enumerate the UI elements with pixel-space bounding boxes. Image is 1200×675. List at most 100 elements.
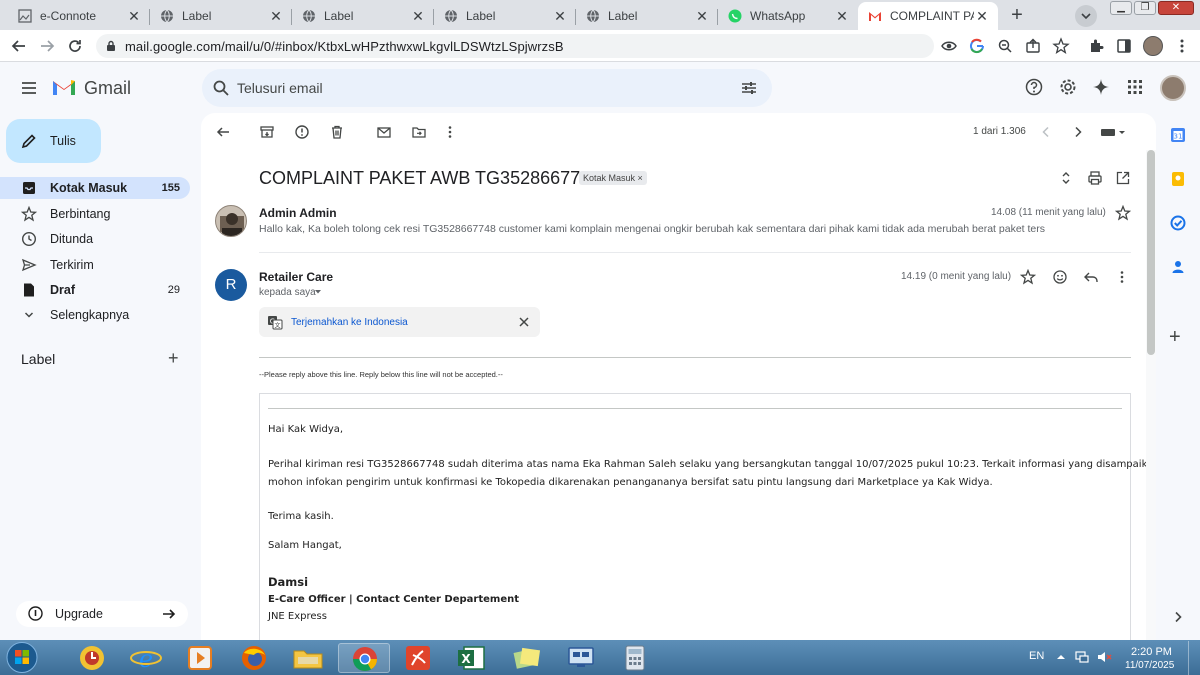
sender-avatar-admin[interactable] bbox=[215, 205, 247, 237]
close-window-button[interactable]: ✕ bbox=[1158, 1, 1194, 15]
star-bookmark-icon[interactable] bbox=[1052, 37, 1070, 55]
contacts-icon[interactable] bbox=[1170, 259, 1186, 275]
reply-icon[interactable] bbox=[1083, 269, 1099, 285]
taskbar-app-calculator[interactable] bbox=[609, 643, 661, 673]
more-vert-icon[interactable] bbox=[1114, 269, 1130, 285]
gmail-logo-icon[interactable] bbox=[51, 77, 77, 97]
back-to-inbox-icon[interactable] bbox=[215, 124, 231, 140]
calendar-icon[interactable]: 31 bbox=[1170, 127, 1186, 143]
sidebar-item-inbox[interactable]: Kotak Masuk 155 bbox=[0, 177, 190, 199]
taskbar-app-chrome-active[interactable] bbox=[338, 643, 390, 673]
taskbar-app-remote[interactable] bbox=[555, 643, 607, 673]
tab-label-1[interactable]: Label ✕ bbox=[150, 2, 292, 30]
print-icon[interactable] bbox=[1087, 170, 1103, 186]
star-icon[interactable] bbox=[1115, 205, 1131, 221]
maximize-button[interactable]: ❐ bbox=[1134, 1, 1156, 15]
hide-side-panel-chevron-icon[interactable] bbox=[1170, 609, 1186, 625]
taskbar-app-shield[interactable] bbox=[66, 643, 118, 673]
start-button[interactable] bbox=[4, 641, 40, 674]
input-tools-keyboard-icon[interactable] bbox=[1100, 124, 1128, 140]
sidebar-item-drafts[interactable]: Draf 29 bbox=[0, 279, 190, 301]
close-icon[interactable]: ✕ bbox=[834, 8, 850, 24]
close-icon[interactable]: ✕ bbox=[552, 8, 568, 24]
taskbar-app-media[interactable] bbox=[174, 643, 226, 673]
close-icon[interactable]: ✕ bbox=[410, 8, 426, 24]
tab-whatsapp[interactable]: WhatsApp ✕ bbox=[718, 2, 858, 30]
forward-arrow-icon[interactable] bbox=[38, 37, 56, 55]
mark-unread-icon[interactable] bbox=[376, 124, 392, 140]
taskbar-app-excel[interactable]: X bbox=[446, 643, 498, 673]
close-icon[interactable]: ✕ bbox=[126, 8, 142, 24]
new-tab-plus-icon[interactable]: + bbox=[1006, 5, 1028, 27]
tab-label-4[interactable]: Label ✕ bbox=[576, 2, 718, 30]
side-panel-icon[interactable] bbox=[1115, 37, 1133, 55]
show-hidden-icons-icon[interactable] bbox=[1056, 653, 1066, 661]
tab-search-button[interactable] bbox=[1075, 5, 1097, 27]
taskbar-app-ie[interactable]: e bbox=[120, 643, 172, 673]
close-icon[interactable]: ✕ bbox=[974, 8, 990, 24]
more-vert-icon[interactable] bbox=[442, 124, 458, 140]
scrollbar-thumb[interactable] bbox=[1147, 150, 1155, 355]
clock-time[interactable]: 2:20 PM bbox=[1131, 646, 1172, 658]
menu-icon[interactable] bbox=[20, 79, 38, 97]
tab-label-2[interactable]: Label ✕ bbox=[292, 2, 434, 30]
tab-complaint-active[interactable]: COMPLAINT PAKET ✕ bbox=[858, 2, 998, 30]
gemini-sparkle-icon[interactable] bbox=[1092, 78, 1110, 96]
sidebar-item-more[interactable]: Selengkapnya bbox=[0, 304, 190, 326]
star-icon[interactable] bbox=[1020, 269, 1036, 285]
search-icon[interactable] bbox=[212, 79, 230, 97]
settings-gear-icon[interactable] bbox=[1059, 78, 1077, 96]
profile-avatar[interactable] bbox=[1143, 36, 1163, 56]
tab-econnote[interactable]: e-Connote ✕ bbox=[8, 2, 150, 30]
reload-icon[interactable] bbox=[66, 37, 84, 55]
taskbar-app-firefox[interactable] bbox=[228, 643, 280, 673]
minimize-button[interactable]: ▁ bbox=[1110, 1, 1132, 15]
move-to-icon[interactable] bbox=[411, 124, 427, 140]
report-spam-icon[interactable] bbox=[294, 124, 310, 140]
show-desktop-button[interactable] bbox=[1188, 641, 1200, 675]
site-info-icon[interactable] bbox=[104, 39, 118, 53]
zoom-icon[interactable] bbox=[996, 37, 1014, 55]
more-vert-icon[interactable] bbox=[1173, 37, 1191, 55]
chip-close-icon[interactable]: × bbox=[638, 173, 643, 183]
delete-trash-icon[interactable] bbox=[329, 124, 345, 140]
translate-link[interactable]: Terjemahkan ke Indonesia bbox=[291, 317, 408, 328]
eye-icon[interactable] bbox=[940, 37, 958, 55]
google-icon[interactable] bbox=[968, 37, 986, 55]
close-icon[interactable]: ✕ bbox=[694, 8, 710, 24]
tasks-icon[interactable] bbox=[1170, 215, 1186, 231]
recipient-text[interactable]: kepada saya bbox=[259, 287, 316, 298]
language-indicator[interactable]: EN bbox=[1029, 650, 1044, 662]
taskbar-app-explorer[interactable] bbox=[282, 643, 334, 673]
search-input[interactable]: Telusuri email bbox=[237, 80, 323, 96]
sidebar-item-snoozed[interactable]: Ditunda bbox=[0, 228, 190, 250]
account-avatar[interactable] bbox=[1160, 75, 1186, 101]
recipient-dropdown-icon[interactable] bbox=[314, 289, 322, 295]
get-addons-plus-icon[interactable]: + bbox=[1169, 327, 1181, 347]
close-icon[interactable]: ✕ bbox=[268, 8, 284, 24]
extensions-icon[interactable] bbox=[1087, 37, 1105, 55]
clock-date[interactable]: 11/07/2025 bbox=[1125, 660, 1174, 671]
emoji-reaction-icon[interactable] bbox=[1052, 269, 1068, 285]
tab-label-3[interactable]: Label ✕ bbox=[434, 2, 576, 30]
open-new-window-icon[interactable] bbox=[1115, 170, 1131, 186]
chevron-right-icon[interactable] bbox=[1070, 124, 1086, 140]
share-icon[interactable] bbox=[1024, 37, 1042, 55]
sidebar-item-sent[interactable]: Terkirim bbox=[0, 254, 190, 276]
keep-icon[interactable] bbox=[1170, 171, 1186, 187]
archive-icon[interactable] bbox=[259, 124, 275, 140]
apps-grid-icon[interactable] bbox=[1126, 78, 1144, 96]
close-icon[interactable] bbox=[517, 315, 533, 331]
taskbar-app-sticky[interactable] bbox=[501, 643, 553, 673]
sidebar-item-starred[interactable]: Berbintang bbox=[0, 203, 190, 225]
back-arrow-icon[interactable] bbox=[10, 37, 28, 55]
message-snippet[interactable]: Hallo kak, Ka boleh tolong cek resi TG35… bbox=[259, 223, 1045, 235]
network-icon[interactable] bbox=[1074, 649, 1090, 665]
volume-muted-icon[interactable] bbox=[1096, 649, 1112, 665]
search-options-icon[interactable] bbox=[740, 79, 758, 97]
add-label-plus-icon[interactable]: + bbox=[168, 349, 179, 367]
chevron-left-icon[interactable] bbox=[1038, 124, 1054, 140]
expand-collapse-icon[interactable] bbox=[1058, 170, 1074, 186]
help-icon[interactable] bbox=[1025, 78, 1043, 96]
sender-avatar-retailer[interactable]: R bbox=[215, 269, 247, 301]
